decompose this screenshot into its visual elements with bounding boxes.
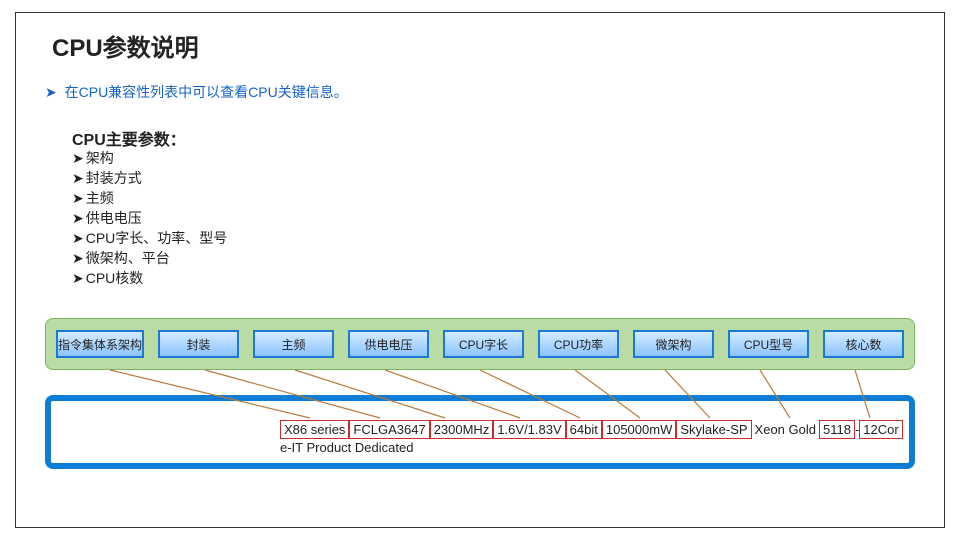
param-item: CPU字长、功率、型号 xyxy=(86,230,228,246)
cpu-value: Skylake-SP xyxy=(676,420,751,439)
header-cell: 指令集体系架构 xyxy=(56,330,144,358)
chevron-icon: ➤ xyxy=(72,250,84,266)
param-item: 主频 xyxy=(86,190,114,206)
cpu-value: 5118 xyxy=(819,420,855,439)
cpu-value: 105000mW xyxy=(602,420,676,439)
header-cell: 主频 xyxy=(253,330,334,358)
header-cell: CPU字长 xyxy=(443,330,524,358)
header-cell: 供电电压 xyxy=(348,330,429,358)
param-item: 封装方式 xyxy=(86,170,142,186)
chevron-icon: ➤ xyxy=(72,150,84,166)
header-cell: 封装 xyxy=(158,330,239,358)
header-cell: 核心数 xyxy=(823,330,904,358)
header-cell: 微架构 xyxy=(633,330,714,358)
param-item: 供电电压 xyxy=(86,210,142,226)
cpu-value: 12Cor xyxy=(859,420,902,439)
chevron-icon: ➤ xyxy=(72,270,84,286)
header-strip: 指令集体系架构 封装 主频 供电电压 CPU字长 CPU功率 微架构 CPU型号… xyxy=(45,318,915,370)
param-item: 微架构、平台 xyxy=(86,250,170,266)
chevron-icon: ➤ xyxy=(72,230,84,246)
chevron-icon: ➤ xyxy=(72,170,84,186)
cpu-value: 64bit xyxy=(566,420,602,439)
header-cell: CPU型号 xyxy=(728,330,809,358)
intro-text: 在CPU兼容性列表中可以查看CPU关键信息。 xyxy=(65,84,348,100)
cpu-data-row: X86 series FCLGA3647 2300MHz 1.6V/1.83V … xyxy=(280,420,903,439)
cpu-value: X86 series xyxy=(280,420,349,439)
param-item: 架构 xyxy=(86,150,114,166)
chevron-icon: ➤ xyxy=(72,210,84,226)
chevron-icon: ➤ xyxy=(45,84,57,100)
trail-text: e-IT Product Dedicated xyxy=(280,440,413,455)
intro-line: ➤ 在CPU兼容性列表中可以查看CPU关键信息。 xyxy=(45,82,348,102)
chevron-icon: ➤ xyxy=(72,190,84,206)
params-list: ➤架构 ➤封装方式 ➤主频 ➤供电电压 ➤CPU字长、功率、型号 ➤微架构、平台… xyxy=(72,148,227,288)
header-cell: CPU功率 xyxy=(538,330,619,358)
cpu-value: FCLGA3647 xyxy=(349,420,429,439)
cpu-value-plain: Xeon Gold xyxy=(752,422,819,437)
cpu-value: 1.6V/1.83V xyxy=(493,420,565,439)
cpu-value: 2300MHz xyxy=(430,420,494,439)
params-heading: CPU主要参数： xyxy=(72,126,186,150)
param-item: CPU核数 xyxy=(86,270,144,286)
page-title: CPU参数说明 xyxy=(52,28,199,63)
